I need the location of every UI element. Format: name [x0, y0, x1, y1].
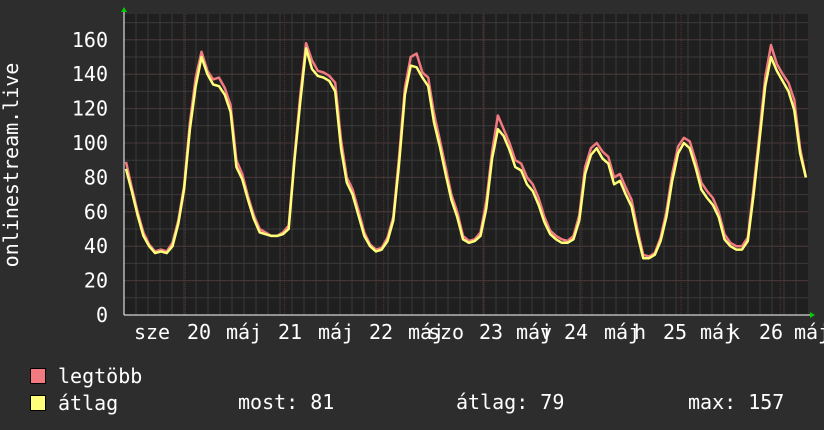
legend-label-avg: átlag	[58, 391, 119, 415]
x-tick-label: sze	[134, 320, 170, 344]
legend-swatch-max	[30, 368, 46, 384]
x-tick-label: 25	[663, 320, 687, 344]
y-axis-label: onlinestream.live	[0, 63, 23, 268]
y-tick-label: 100	[72, 131, 108, 155]
y-axis-arrow	[121, 7, 127, 12]
plot-background	[124, 14, 808, 315]
legend-swatch-avg	[30, 395, 46, 411]
x-axis-arrow	[810, 312, 815, 318]
x-tick-label: 24	[564, 320, 588, 344]
legend-item-avg: átlag	[30, 391, 118, 415]
x-tick-label: 23	[479, 320, 503, 344]
x-tick-label: h	[634, 320, 646, 344]
x-tick-label: 21	[278, 320, 302, 344]
y-tick-label: 60	[84, 200, 108, 224]
y-tick-label: 80	[84, 165, 108, 189]
y-tick-label: 20	[84, 269, 108, 293]
x-tick-label: szo	[428, 320, 464, 344]
y-tick-label: 160	[72, 28, 108, 52]
stat-current: most: 81	[238, 390, 335, 414]
y-tick-label: 0	[96, 303, 108, 327]
x-tick-label: 22	[369, 320, 393, 344]
legend-item-max: legtöbb	[30, 364, 142, 388]
x-tick-label: máj	[318, 320, 354, 344]
y-tick-label: 40	[84, 234, 108, 258]
legend-label-max: legtöbb	[58, 364, 143, 388]
x-tick-label: v	[540, 320, 552, 344]
x-tick-label: máj	[226, 320, 262, 344]
x-tick-label: 26	[759, 320, 783, 344]
y-tick-label: 120	[72, 97, 108, 121]
x-tick-label: 20	[187, 320, 211, 344]
x-tick-label: máj	[794, 320, 824, 344]
x-tick-label: k	[728, 320, 740, 344]
chart-area: 0 20 40 60 80 100 120 140 160 sze 20 máj 21 máj 22 máj s…	[0, 7, 824, 344]
y-tick-label: 140	[72, 62, 108, 86]
stat-maximum: max: 157	[688, 390, 785, 414]
stat-average: átlag: 79	[456, 390, 565, 414]
